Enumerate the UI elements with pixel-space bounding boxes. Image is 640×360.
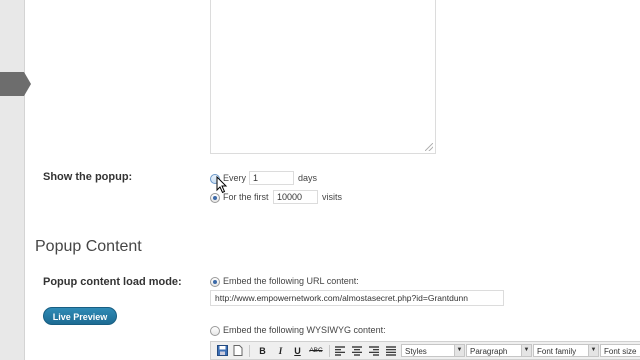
styles-select[interactable]: Styles ▼ — [401, 344, 465, 357]
format-select-value: Paragraph — [470, 347, 508, 356]
styles-select-value: Styles — [405, 347, 427, 356]
toolbar-separator — [329, 345, 330, 357]
popup-content-heading: Popup Content — [35, 238, 142, 255]
embed-wysiwyg-label: Embed the following WYSIWYG content: — [223, 325, 386, 335]
load-mode-label: Popup content load mode: — [43, 276, 182, 288]
bold-button[interactable]: B — [256, 345, 269, 357]
align-right-icon[interactable] — [369, 346, 379, 356]
font-size-select[interactable]: Font size — [600, 344, 640, 357]
mouse-cursor-icon — [216, 176, 228, 194]
visits-label: visits — [322, 192, 342, 202]
font-size-select-value: Font size — [604, 347, 637, 356]
chevron-down-icon: ▼ — [588, 345, 598, 356]
font-family-select[interactable]: Font family ▼ — [533, 344, 599, 357]
align-left-icon[interactable] — [335, 346, 345, 356]
url-content-input[interactable]: http://www.empowernetwork.com/almostasec… — [210, 290, 504, 306]
popup-textarea[interactable] — [210, 0, 436, 154]
live-preview-button[interactable]: Live Preview — [43, 307, 117, 325]
save-icon[interactable] — [217, 345, 228, 356]
align-justify-icon[interactable] — [386, 346, 396, 356]
new-document-icon[interactable] — [233, 345, 243, 356]
show-popup-label: Show the popup: — [43, 171, 133, 183]
underline-button[interactable]: U — [291, 345, 304, 357]
strikethrough-button[interactable]: ABC — [308, 345, 324, 357]
italic-button[interactable]: I — [274, 345, 287, 357]
for-the-first-label: For the first — [223, 192, 269, 202]
radio-embed-url[interactable] — [210, 277, 220, 287]
first-visits-input[interactable] — [273, 190, 318, 204]
resize-grip-icon[interactable] — [425, 143, 433, 151]
align-center-icon[interactable] — [352, 346, 362, 356]
days-label: days — [298, 173, 318, 183]
every-days-input[interactable] — [249, 171, 294, 185]
format-select[interactable]: Paragraph ▼ — [466, 344, 532, 357]
current-menu-arrow-icon — [0, 72, 31, 96]
chevron-down-icon: ▼ — [521, 345, 531, 356]
font-family-select-value: Font family — [537, 347, 577, 356]
wysiwyg-toolbar: B I U ABC Styles ▼ Paragraph ▼ Font fami… — [210, 341, 640, 360]
radio-embed-wysiwyg[interactable] — [210, 326, 220, 336]
admin-sidebar-rail — [0, 0, 31, 360]
embed-url-label: Embed the following URL content: — [223, 276, 359, 286]
radio-first-visits[interactable] — [210, 193, 220, 203]
chevron-down-icon: ▼ — [454, 345, 464, 356]
toolbar-separator — [249, 345, 250, 357]
